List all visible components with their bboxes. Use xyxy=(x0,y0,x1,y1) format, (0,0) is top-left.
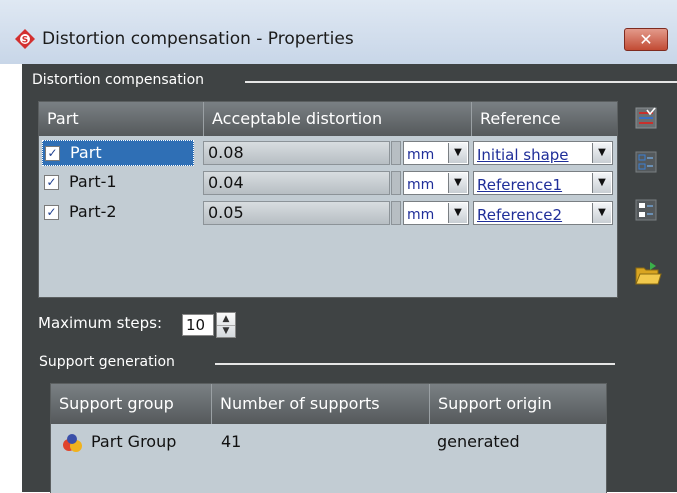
section-divider xyxy=(215,363,615,365)
column-header-reference[interactable]: Reference xyxy=(472,102,617,136)
max-steps-input[interactable]: 10 xyxy=(182,314,214,336)
reference-value: Reference1 xyxy=(477,176,563,194)
max-steps-label: Maximum steps: xyxy=(38,314,162,332)
part-name: Part xyxy=(70,143,102,162)
check-all-icon[interactable] xyxy=(634,106,658,130)
invert-check-icon[interactable] xyxy=(634,198,658,222)
open-folder-icon[interactable] xyxy=(634,260,662,288)
distortion-input[interactable]: 0.04 xyxy=(203,171,390,195)
properties-dialog: S Distortion compensation - Properties ✕… xyxy=(0,0,677,493)
reference-select[interactable]: Reference2 ▼ xyxy=(473,201,613,225)
support-origin: generated xyxy=(437,432,520,451)
dropdown-arrow-icon[interactable]: ▼ xyxy=(592,143,611,163)
distortion-input[interactable]: 0.08 xyxy=(203,141,390,165)
distortion-spin-handle[interactable] xyxy=(391,141,401,165)
spin-down-icon[interactable]: ▼ xyxy=(217,325,235,337)
column-header-acceptable-distortion[interactable]: Acceptable distortion xyxy=(204,102,472,136)
title-bar[interactable]: S Distortion compensation - Properties ✕ xyxy=(0,0,677,64)
part-name: Part-2 xyxy=(69,202,117,221)
distortion-section-label: Distortion compensation xyxy=(32,72,205,88)
svg-text:S: S xyxy=(22,36,28,46)
unit-value: mm xyxy=(407,147,435,163)
column-header-number-of-supports[interactable]: Number of supports xyxy=(212,384,430,424)
part-checkbox[interactable]: ✓ xyxy=(44,175,59,190)
part-cell[interactable]: ✓ Part-1 xyxy=(42,170,194,196)
dropdown-arrow-icon[interactable]: ▼ xyxy=(592,173,611,193)
part-checkbox[interactable]: ✓ xyxy=(44,205,59,220)
dropdown-arrow-icon[interactable]: ▼ xyxy=(592,203,611,223)
dropdown-arrow-icon[interactable]: ▼ xyxy=(448,173,467,193)
table-row[interactable]: ✓ Part-2 0.05 mm ▼ Reference2 ▼ xyxy=(39,198,617,228)
max-steps-spinner[interactable]: ▲ ▼ xyxy=(216,312,236,338)
support-count: 41 xyxy=(221,432,242,451)
dropdown-arrow-icon[interactable]: ▼ xyxy=(448,203,467,223)
part-checkbox[interactable]: ✓ xyxy=(45,146,60,161)
distortion-input[interactable]: 0.05 xyxy=(203,201,390,225)
reference-select[interactable]: Initial shape ▼ xyxy=(473,141,613,165)
part-cell[interactable]: ✓ Part-2 xyxy=(42,200,194,226)
unit-select[interactable]: mm ▼ xyxy=(403,141,469,165)
table-row[interactable]: ✓ Part 0.08 mm ▼ Initial shape ▼ xyxy=(39,138,617,168)
unit-value: mm xyxy=(407,177,435,193)
unit-value: mm xyxy=(407,207,435,223)
part-name: Part-1 xyxy=(69,172,117,191)
support-section-label: Support generation xyxy=(39,354,175,370)
distortion-spin-handle[interactable] xyxy=(391,171,401,195)
part-group-icon xyxy=(63,434,82,452)
close-button[interactable]: ✕ xyxy=(624,28,668,51)
reference-value: Initial shape xyxy=(477,146,569,164)
reference-value: Reference2 xyxy=(477,206,563,224)
parts-table[interactable]: Part Acceptable distortion Reference ✓ P… xyxy=(38,101,618,298)
dropdown-arrow-icon[interactable]: ▼ xyxy=(448,143,467,163)
properties-panel: Distortion compensation Part Acceptable … xyxy=(22,64,677,493)
column-header-support-group[interactable]: Support group xyxy=(51,384,212,424)
table-row[interactable]: ✓ Part-1 0.04 mm ▼ Reference1 ▼ xyxy=(39,168,617,198)
window-title: Distortion compensation - Properties xyxy=(42,29,354,49)
unit-select[interactable]: mm ▼ xyxy=(403,171,469,195)
reference-select[interactable]: Reference1 ▼ xyxy=(473,171,613,195)
uncheck-all-icon[interactable] xyxy=(634,150,658,174)
column-header-support-origin[interactable]: Support origin xyxy=(430,384,606,424)
distortion-spin-handle[interactable] xyxy=(391,201,401,225)
section-divider xyxy=(245,81,677,83)
part-cell-selected[interactable]: ✓ Part xyxy=(42,140,194,166)
unit-select[interactable]: mm ▼ xyxy=(403,201,469,225)
column-header-part[interactable]: Part xyxy=(39,102,204,136)
support-group-name: Part Group xyxy=(91,432,177,451)
app-logo-icon: S xyxy=(15,29,35,49)
support-table[interactable]: Support group Number of supports Support… xyxy=(50,383,607,493)
